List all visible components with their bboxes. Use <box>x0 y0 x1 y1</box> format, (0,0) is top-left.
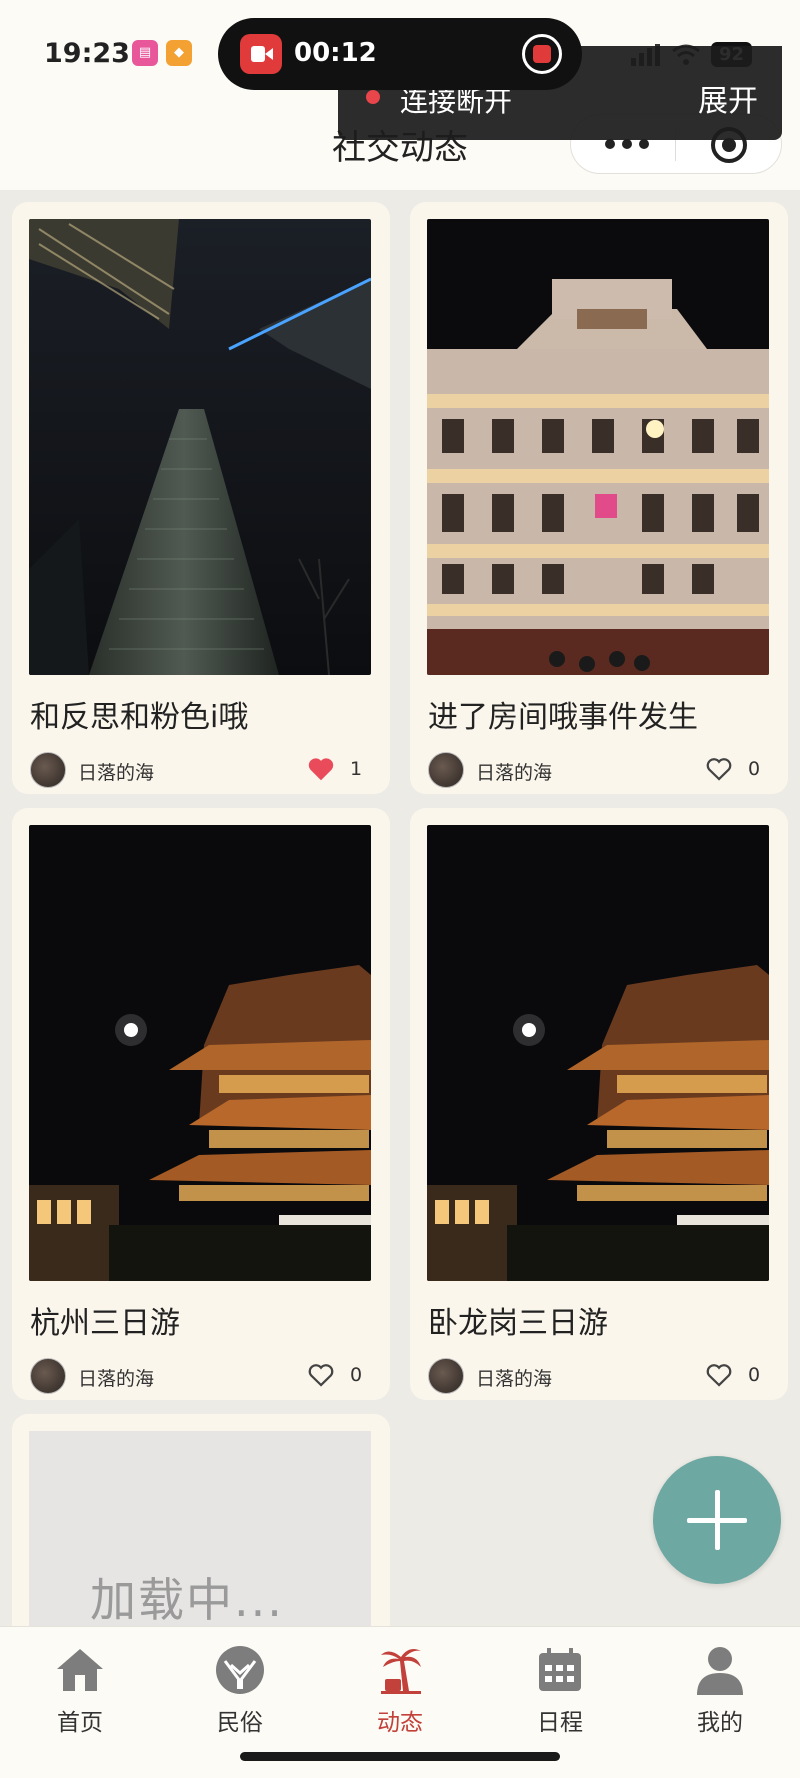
post-title[interactable]: 杭州三日游 <box>30 1298 180 1342</box>
like-count: 0 <box>748 758 761 780</box>
tab-label: 日程 <box>537 1710 583 1736</box>
loading-text: 加载中... <box>90 1573 284 1626</box>
tab-label: 首页 <box>57 1710 103 1736</box>
stop-recording-icon[interactable] <box>522 34 562 74</box>
loading-card: 加载中... <box>12 1414 390 1626</box>
heart-outline-icon[interactable] <box>704 1360 734 1390</box>
avatar[interactable] <box>30 1358 66 1394</box>
avatar[interactable] <box>30 752 66 788</box>
post-image[interactable] <box>29 825 371 1281</box>
home-icon <box>57 1649 103 1691</box>
post-card[interactable]: 进了房间哦事件发生 日落的海 0 <box>410 202 788 794</box>
post-card[interactable]: 和反思和粉色i哦 日落的海 1 <box>12 202 390 794</box>
expand-button[interactable]: 展开 <box>698 76 758 120</box>
user-icon <box>697 1647 743 1695</box>
post-image[interactable] <box>427 219 769 675</box>
like-count: 0 <box>350 1364 363 1386</box>
heart-filled-icon[interactable] <box>306 754 336 784</box>
recording-timer: 00:12 <box>294 38 377 68</box>
feed-grid[interactable]: 和反思和粉色i哦 日落的海 1 进了房间哦事件发生 日落的海 0 杭州三日游 日… <box>0 190 800 1626</box>
author-name[interactable]: 日落的海 <box>78 1364 154 1391</box>
tab-feed[interactable]: 动态 <box>340 1643 460 1743</box>
author-name[interactable]: 日落的海 <box>476 1364 552 1391</box>
avatar[interactable] <box>428 1358 464 1394</box>
app-notification-icon: ◆ <box>166 40 192 66</box>
tab-label: 动态 <box>377 1710 423 1736</box>
like-count: 1 <box>350 758 363 780</box>
tab-folk[interactable]: 民俗 <box>180 1643 300 1743</box>
avatar[interactable] <box>428 752 464 788</box>
author-name[interactable]: 日落的海 <box>78 758 154 785</box>
status-dot-icon <box>366 90 380 104</box>
post-meta: 日落的海 1 <box>30 750 372 790</box>
post-meta: 日落的海 0 <box>30 1356 372 1396</box>
like-count: 0 <box>748 1364 761 1386</box>
tab-schedule[interactable]: 日程 <box>500 1643 620 1743</box>
post-card[interactable]: 卧龙岗三日游 日落的海 0 <box>410 808 788 1400</box>
post-image[interactable] <box>427 825 769 1281</box>
calendar-icon <box>539 1648 581 1691</box>
tab-label: 民俗 <box>217 1710 263 1736</box>
post-title[interactable]: 和反思和粉色i哦 <box>30 692 248 736</box>
tab-home[interactable]: 首页 <box>20 1643 140 1743</box>
post-title[interactable]: 卧龙岗三日游 <box>428 1298 608 1342</box>
add-post-button[interactable] <box>653 1456 781 1584</box>
folk-icon <box>216 1646 264 1694</box>
author-name[interactable]: 日落的海 <box>476 758 552 785</box>
heart-outline-icon[interactable] <box>306 1360 336 1390</box>
post-title[interactable]: 进了房间哦事件发生 <box>428 692 698 736</box>
heart-outline-icon[interactable] <box>704 754 734 784</box>
post-card[interactable]: 杭州三日游 日落的海 0 <box>12 808 390 1400</box>
status-time: 19:23 <box>44 38 130 69</box>
tab-profile[interactable]: 我的 <box>660 1643 780 1743</box>
post-meta: 日落的海 0 <box>428 750 770 790</box>
screen-recording-pill[interactable]: 00:12 <box>218 18 582 90</box>
video-camera-icon <box>240 34 282 74</box>
home-indicator[interactable] <box>240 1752 560 1761</box>
more-icon[interactable] <box>605 139 649 149</box>
post-meta: 日落的海 0 <box>428 1356 770 1396</box>
app-notification-icon: ▤ <box>132 40 158 66</box>
tab-label: 我的 <box>697 1710 743 1736</box>
post-image[interactable] <box>29 219 371 675</box>
palm-tree-icon <box>381 1649 421 1694</box>
